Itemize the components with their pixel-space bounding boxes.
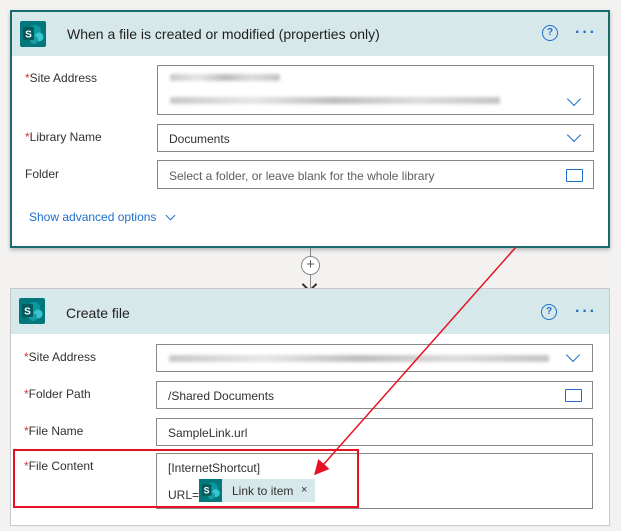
annotation-arrow bbox=[314, 246, 517, 476]
annotation-arrow-line bbox=[314, 246, 517, 476]
